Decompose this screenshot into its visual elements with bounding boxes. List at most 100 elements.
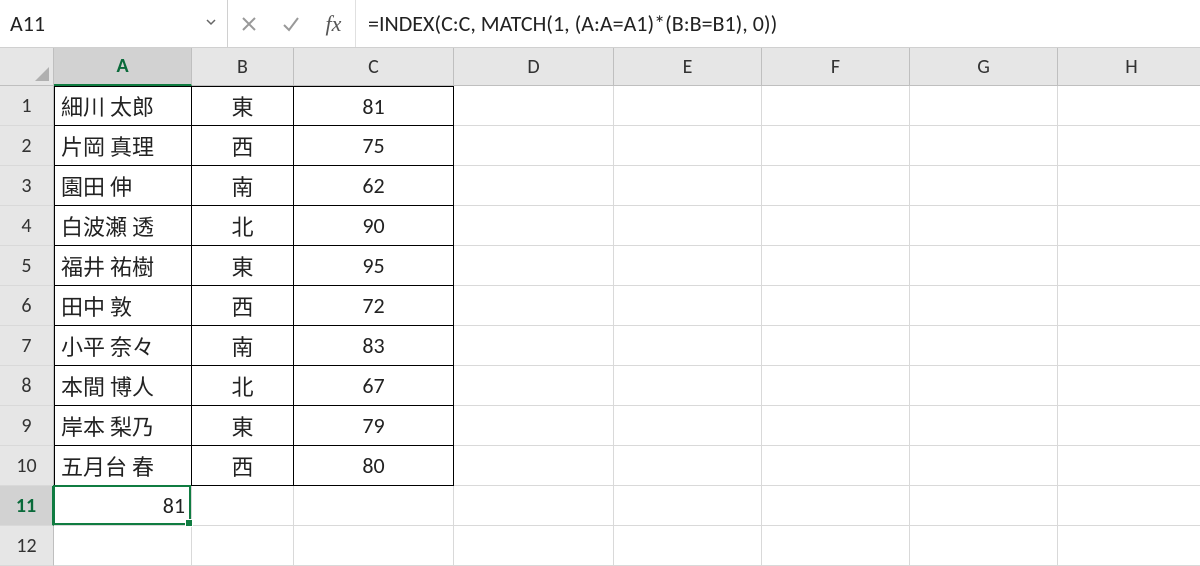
cell-F8[interactable] [762, 366, 910, 406]
cell-F11[interactable] [762, 486, 910, 526]
cell-G9[interactable] [910, 406, 1058, 446]
cell-A3[interactable]: 園田 伸 [54, 166, 192, 206]
cell-A10[interactable]: 五月台 春 [54, 446, 192, 486]
cell-D10[interactable] [454, 446, 614, 486]
name-box[interactable]: A11 [0, 0, 228, 47]
cell-C12[interactable] [294, 526, 454, 566]
cell-A5[interactable]: 福井 祐樹 [54, 246, 192, 286]
cell-G4[interactable] [910, 206, 1058, 246]
cell-A12[interactable] [54, 526, 192, 566]
cell-A8[interactable]: 本間 博人 [54, 366, 192, 406]
row-header-3[interactable]: 3 [0, 166, 54, 206]
cell-G3[interactable] [910, 166, 1058, 206]
cell-F1[interactable] [762, 86, 910, 126]
cell-H11[interactable] [1058, 486, 1200, 526]
row-header-1[interactable]: 1 [0, 86, 54, 126]
cell-E7[interactable] [614, 326, 762, 366]
row-header-10[interactable]: 10 [0, 446, 54, 486]
row-header-7[interactable]: 7 [0, 326, 54, 366]
cell-E10[interactable] [614, 446, 762, 486]
cell-E3[interactable] [614, 166, 762, 206]
cell-B4[interactable]: 北 [192, 206, 294, 246]
cell-F3[interactable] [762, 166, 910, 206]
column-header-C[interactable]: C [294, 48, 454, 86]
cell-C9[interactable]: 79 [294, 406, 454, 446]
cell-B2[interactable]: 西 [192, 126, 294, 166]
cell-G6[interactable] [910, 286, 1058, 326]
cell-B6[interactable]: 西 [192, 286, 294, 326]
cell-F10[interactable] [762, 446, 910, 486]
cell-D9[interactable] [454, 406, 614, 446]
cell-B12[interactable] [192, 526, 294, 566]
cell-C3[interactable]: 62 [294, 166, 454, 206]
cell-E8[interactable] [614, 366, 762, 406]
cell-A2[interactable]: 片岡 真理 [54, 126, 192, 166]
cell-G2[interactable] [910, 126, 1058, 166]
row-header-12[interactable]: 12 [0, 526, 54, 566]
cell-H9[interactable] [1058, 406, 1200, 446]
chevron-down-icon[interactable] [205, 15, 217, 32]
cell-F6[interactable] [762, 286, 910, 326]
cancel-icon[interactable] [228, 0, 270, 47]
cell-C2[interactable]: 75 [294, 126, 454, 166]
cell-grid[interactable]: 細川 太郎東81片岡 真理西75園田 伸南62白波瀬 透北90福井 祐樹東95田… [54, 86, 1200, 566]
cell-H10[interactable] [1058, 446, 1200, 486]
cell-G10[interactable] [910, 446, 1058, 486]
cell-B9[interactable]: 東 [192, 406, 294, 446]
cell-H7[interactable] [1058, 326, 1200, 366]
cell-E11[interactable] [614, 486, 762, 526]
cell-F12[interactable] [762, 526, 910, 566]
cell-C11[interactable] [294, 486, 454, 526]
cell-H5[interactable] [1058, 246, 1200, 286]
formula-input[interactable]: =INDEX(C:C, MATCH(1, (A:A=A1)*(B:B=B1), … [356, 0, 1200, 47]
cell-C5[interactable]: 95 [294, 246, 454, 286]
cell-C6[interactable]: 72 [294, 286, 454, 326]
cell-D6[interactable] [454, 286, 614, 326]
cell-D4[interactable] [454, 206, 614, 246]
cell-E5[interactable] [614, 246, 762, 286]
fx-icon[interactable]: fx [312, 0, 356, 47]
cell-F7[interactable] [762, 326, 910, 366]
cell-G7[interactable] [910, 326, 1058, 366]
column-header-H[interactable]: H [1058, 48, 1200, 86]
cell-B5[interactable]: 東 [192, 246, 294, 286]
confirm-icon[interactable] [270, 0, 312, 47]
cell-D11[interactable] [454, 486, 614, 526]
row-header-2[interactable]: 2 [0, 126, 54, 166]
cell-G12[interactable] [910, 526, 1058, 566]
cell-D8[interactable] [454, 366, 614, 406]
cell-D5[interactable] [454, 246, 614, 286]
cell-F4[interactable] [762, 206, 910, 246]
column-header-F[interactable]: F [762, 48, 910, 86]
column-header-A[interactable]: A [54, 48, 192, 86]
cell-A6[interactable]: 田中 敦 [54, 286, 192, 326]
cell-H6[interactable] [1058, 286, 1200, 326]
cell-G8[interactable] [910, 366, 1058, 406]
cell-D1[interactable] [454, 86, 614, 126]
cell-D2[interactable] [454, 126, 614, 166]
cell-E9[interactable] [614, 406, 762, 446]
cell-F5[interactable] [762, 246, 910, 286]
cell-A11[interactable]: 81 [54, 486, 192, 526]
cell-H3[interactable] [1058, 166, 1200, 206]
cell-B11[interactable] [192, 486, 294, 526]
row-header-9[interactable]: 9 [0, 406, 54, 446]
cell-C7[interactable]: 83 [294, 326, 454, 366]
row-header-4[interactable]: 4 [0, 206, 54, 246]
cell-H1[interactable] [1058, 86, 1200, 126]
cell-D12[interactable] [454, 526, 614, 566]
cell-A1[interactable]: 細川 太郎 [54, 86, 192, 126]
cell-A9[interactable]: 岸本 梨乃 [54, 406, 192, 446]
cell-B1[interactable]: 東 [192, 86, 294, 126]
select-all-corner[interactable] [0, 48, 54, 86]
column-header-B[interactable]: B [192, 48, 294, 86]
cell-G1[interactable] [910, 86, 1058, 126]
cell-H8[interactable] [1058, 366, 1200, 406]
cell-C10[interactable]: 80 [294, 446, 454, 486]
cell-C1[interactable]: 81 [294, 86, 454, 126]
row-header-11[interactable]: 11 [0, 486, 54, 526]
cell-C4[interactable]: 90 [294, 206, 454, 246]
cell-D3[interactable] [454, 166, 614, 206]
cell-G5[interactable] [910, 246, 1058, 286]
cell-E1[interactable] [614, 86, 762, 126]
